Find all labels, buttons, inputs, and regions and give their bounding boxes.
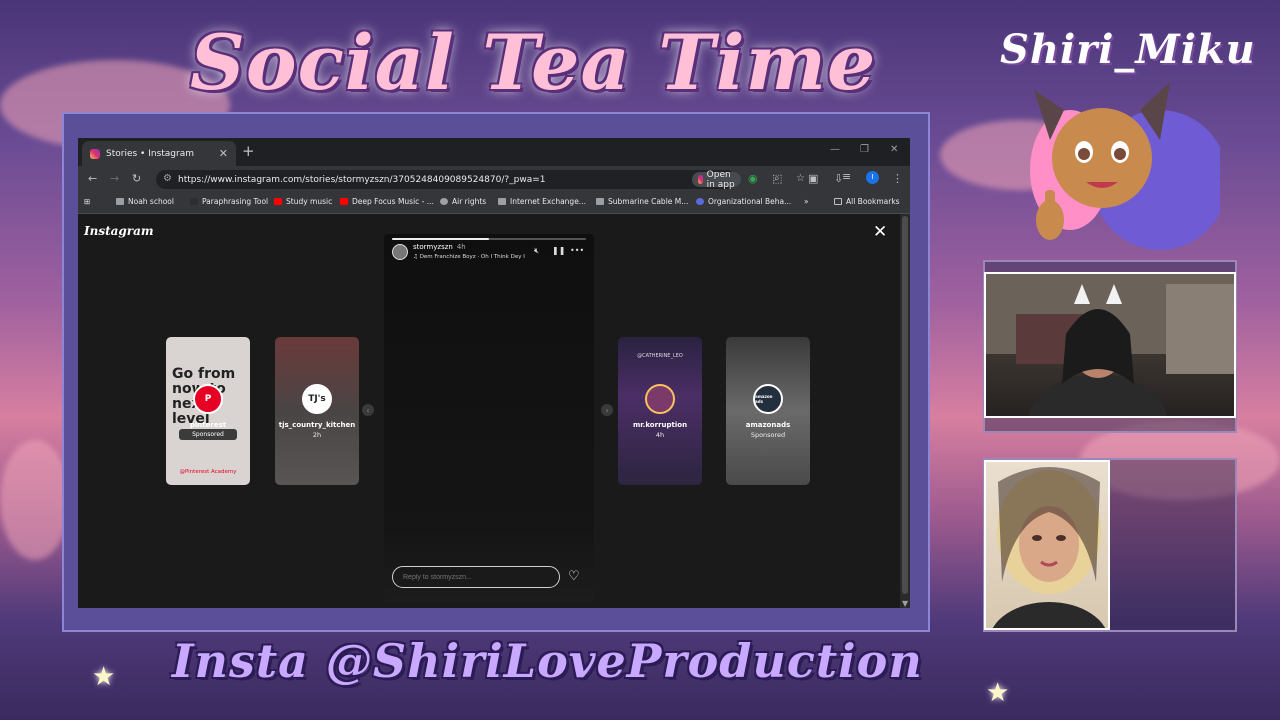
mr-korruption-avatar [645, 384, 675, 414]
story-username: pinterest [189, 421, 227, 429]
page-scrollbar[interactable]: ▼ [900, 214, 910, 608]
bookmark-item[interactable]: Submarine Cable M... [596, 197, 688, 206]
instagram-logo[interactable]: Instagram [84, 224, 154, 238]
extension-icon[interactable]: ◉ [748, 172, 758, 185]
webcam-video [984, 272, 1236, 418]
open-in-app-button[interactable]: Open in app [692, 170, 742, 190]
story-overlay-text: @CATHERINE_LEO [637, 353, 683, 359]
site-info-icon[interactable]: ⚙ [163, 173, 172, 184]
story-time: 2h [312, 431, 322, 439]
more-bookmarks-icon[interactable]: » [804, 197, 809, 206]
bookmark-star-icon[interactable]: ☆ [796, 173, 805, 184]
minimize-icon[interactable]: — [830, 144, 840, 155]
story-tjs-country-kitchen[interactable]: TJ's tjs_country_kitchen 2h [275, 337, 359, 485]
bookmark-item[interactable]: Organizational Beha... [696, 197, 791, 206]
story-pinterest[interactable]: Go from now to next level P pinterest Sp… [166, 337, 250, 485]
cloud [0, 440, 70, 560]
tab-bar: Stories • Instagram ✕ + — ❐ ✕ [78, 138, 910, 166]
bookmark-item[interactable]: Internet Exchange... [498, 197, 586, 206]
story-avatar[interactable] [392, 244, 408, 260]
close-window-icon[interactable]: ✕ [890, 144, 898, 155]
star-icon: ★ [92, 662, 116, 692]
story-time: 4h [655, 431, 665, 439]
brand-name: Shiri_Miku [1000, 26, 1256, 73]
amazonads-avatar: amazon ads [753, 384, 783, 414]
bookmark-item[interactable]: Study music [274, 197, 332, 206]
next-story-arrow[interactable]: › [601, 404, 613, 416]
address-bar[interactable]: ⚙ https://www.instagram.com/stories/stor… [156, 170, 805, 190]
previous-story-arrow[interactable]: ‹ [362, 404, 374, 416]
story-song[interactable]: ♫ Dem Franchize Boyz · Oh I Think Dey I [413, 254, 525, 260]
bookmark-item[interactable]: Noah school [116, 197, 174, 206]
bookmarks-bar: ⊞ Noah school Paraphrasing Tool Study mu… [78, 192, 910, 214]
back-icon[interactable]: ← [88, 172, 97, 185]
tab-label: Stories • Instagram [106, 148, 194, 159]
story-mr-korruption[interactable]: @CATHERINE_LEO mr.korruption 4h [618, 337, 702, 485]
apps-grid-icon[interactable]: ⊞ [84, 197, 90, 206]
more-options-icon[interactable]: ••• [570, 246, 584, 255]
url-text: https://www.instagram.com/stories/stormy… [178, 174, 546, 185]
like-heart-icon[interactable]: ♡ [568, 569, 580, 584]
social-handle: Insta @ShiriLoveProduction [172, 634, 923, 688]
forward-icon[interactable]: → [110, 172, 119, 185]
bookmark-item[interactable]: Air rights [440, 197, 486, 206]
streamer-webcam [986, 274, 1234, 416]
reply-input[interactable] [392, 566, 560, 588]
tab-instagram-stories[interactable]: Stories • Instagram ✕ [82, 141, 236, 166]
active-story[interactable]: stormyzszn 4h ♫ Dem Franchize Boyz · Oh I… [384, 234, 594, 602]
all-bookmarks-button[interactable]: All Bookmarks [834, 197, 900, 206]
overlay-title: Social Tea Time [190, 18, 877, 107]
close-stories-icon[interactable]: ✕ [873, 222, 887, 242]
browser-window: Stories • Instagram ✕ + — ❐ ✕ ← → ↻ ⚙ ht… [78, 138, 910, 608]
menu-kebab-icon[interactable]: ⋮ [892, 172, 903, 185]
pause-icon[interactable]: ❚❚ [552, 246, 565, 255]
story-username[interactable]: stormyzszn 4h [413, 243, 466, 251]
story-username: tjs_country_kitchen [278, 421, 356, 429]
navigation-bar: ← → ↻ ⚙ https://www.instagram.com/storie… [78, 166, 910, 192]
restore-icon[interactable]: ❐ [860, 144, 869, 155]
portrait-illustration [992, 467, 1106, 628]
avatar-portrait [984, 460, 1110, 630]
story-amazonads[interactable]: amazon ads amazonads Sponsored [726, 337, 810, 485]
instagram-icon [698, 175, 703, 184]
mascot-avatar [1030, 82, 1220, 250]
instagram-icon [90, 148, 100, 159]
sponsored-badge: Sponsored [179, 429, 237, 440]
sponsored-label: Sponsored [750, 431, 786, 439]
extensions-puzzle-icon[interactable]: ⬚ [772, 172, 782, 185]
profile-avatar[interactable]: I [866, 171, 879, 184]
mute-icon[interactable]: 🔇︎ [534, 246, 539, 256]
bookmark-item[interactable]: Paraphrasing Tool [190, 197, 268, 206]
reload-icon[interactable]: ↻ [132, 172, 141, 185]
story-progress-bar [392, 238, 586, 240]
new-tab-button[interactable]: + [242, 142, 255, 160]
bookmark-item[interactable]: Deep Focus Music - ... [340, 197, 434, 206]
close-icon[interactable]: ✕ [219, 147, 228, 160]
star-icon: ★ [986, 678, 1010, 708]
tjs-avatar: TJ's [302, 384, 332, 414]
instagram-stories-page: Instagram ✕ Go from now to next level P … [78, 214, 910, 608]
pinterest-avatar: P [193, 384, 223, 414]
story-username: mr.korruption [632, 421, 688, 429]
media-control-icon[interactable]: ≡ [842, 170, 851, 183]
tab-search-icon[interactable]: ▣ [808, 172, 818, 185]
story-footer: @Pinterest Academy [179, 469, 237, 475]
story-username: amazonads [745, 421, 791, 429]
